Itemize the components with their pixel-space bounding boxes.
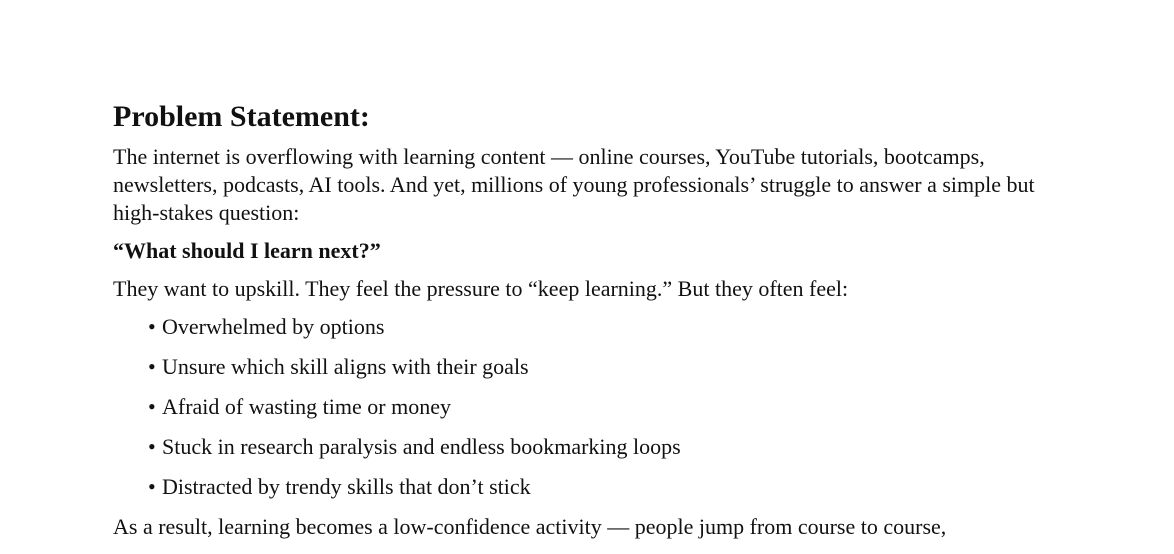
bullet-icon: • xyxy=(148,394,156,419)
bullet-icon: • xyxy=(148,474,156,499)
list-item: • Unsure which skill aligns with their go… xyxy=(148,353,1073,381)
list-item: • Overwhelmed by options xyxy=(148,313,1073,341)
intro-paragraph: The internet is overflowing with learnin… xyxy=(113,144,1035,225)
result-paragraph: As a result, learning becomes a low-conf… xyxy=(113,514,947,539)
list-item: • Stuck in research paralysis and endless… xyxy=(148,433,1073,461)
key-question: “What should I learn next?” xyxy=(113,238,381,263)
document-body: Problem Statement: The internet is overf… xyxy=(113,97,1073,541)
list-item-text: Unsure which skill aligns with their goa… xyxy=(162,354,529,379)
bullet-icon: • xyxy=(148,314,156,339)
list-item: • Afraid of wasting time or money xyxy=(148,393,1073,421)
bullet-icon: • xyxy=(148,434,156,459)
list-item-text: Distracted by trendy skills that don’t s… xyxy=(162,474,531,499)
list-item: • Distracted by trendy skills that don’t … xyxy=(148,473,1073,501)
list-item-text: Overwhelmed by options xyxy=(162,314,385,339)
bullet-icon: • xyxy=(148,354,156,379)
list-item-text: Stuck in research paralysis and endless … xyxy=(162,434,681,459)
struggles-list: • Overwhelmed by options • Unsure which sk… xyxy=(113,313,1073,501)
list-item-text: Afraid of wasting time or money xyxy=(162,394,451,419)
problem-statement-heading: Problem Statement: xyxy=(113,100,370,133)
feel-intro-paragraph: They want to upskill. They feel the pres… xyxy=(113,276,849,301)
